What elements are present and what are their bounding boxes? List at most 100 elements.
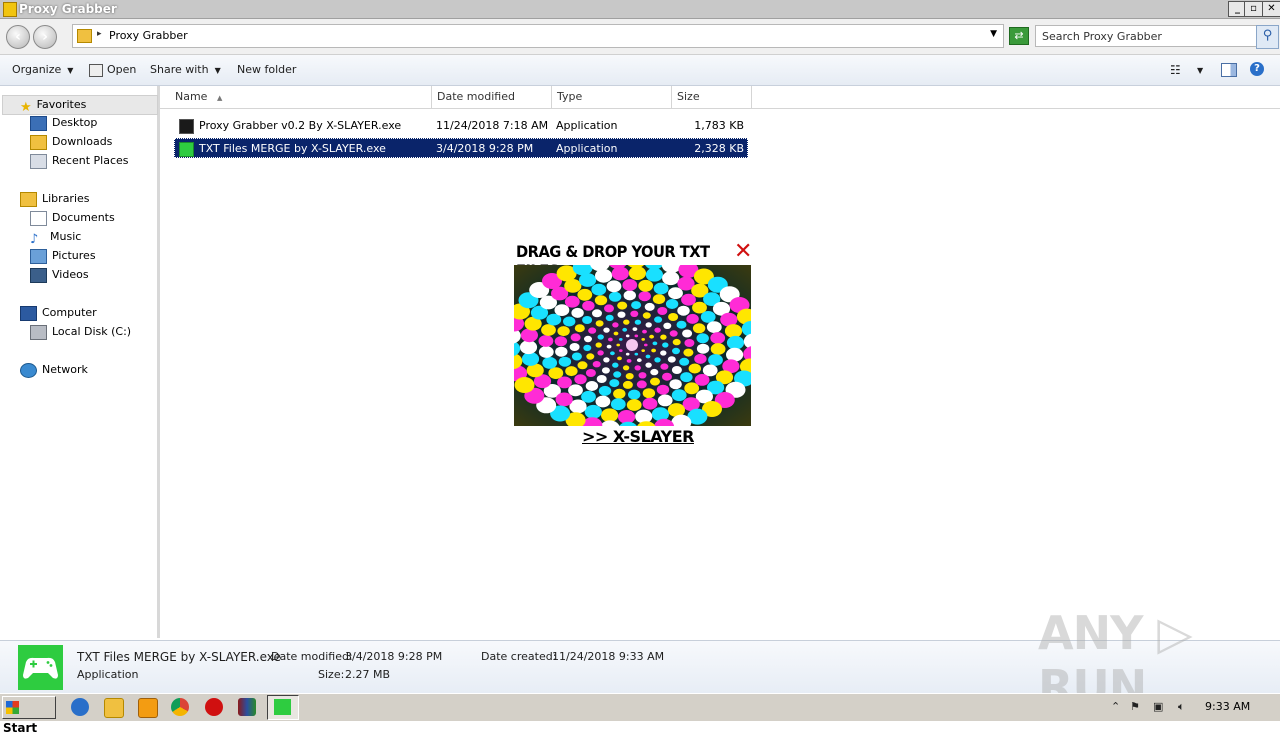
spiral-petal bbox=[577, 361, 588, 370]
nav-label: Recent Places bbox=[52, 154, 129, 167]
nav-label: Music bbox=[50, 230, 82, 243]
spiral-petal bbox=[654, 357, 661, 363]
spiral-petal bbox=[568, 384, 583, 397]
drag-drop-popup[interactable]: DRAG & DROP YOUR TXT FILES ✕ >> X-SLAYER bbox=[512, 241, 753, 451]
winrar-icon[interactable] bbox=[238, 698, 256, 716]
spiral-petal bbox=[623, 319, 630, 325]
nav-desktop[interactable]: Desktop bbox=[30, 114, 97, 132]
spiral-petal bbox=[681, 293, 696, 306]
spiral-petal bbox=[668, 313, 679, 321]
new-folder-button[interactable]: New folder bbox=[237, 63, 296, 76]
nav-documents[interactable]: Documents bbox=[30, 209, 115, 227]
popup-close-icon[interactable]: ✕ bbox=[734, 241, 752, 263]
spiral-petal bbox=[638, 291, 651, 302]
details-date-modified: 3/4/2018 9:28 PM bbox=[345, 650, 443, 663]
explorer-icon[interactable] bbox=[104, 698, 124, 718]
column-name[interactable]: Name ▲ bbox=[170, 86, 432, 108]
nav-network[interactable]: Network bbox=[20, 361, 88, 379]
x-slayer-link[interactable]: >> X-SLAYER bbox=[582, 427, 694, 446]
share-with-button[interactable]: Share with ▼ bbox=[150, 63, 221, 76]
column-type[interactable]: Type bbox=[552, 86, 672, 108]
drive-icon bbox=[30, 324, 47, 340]
spiral-petal bbox=[554, 304, 570, 316]
network-tray-icon[interactable]: ▣ bbox=[1153, 700, 1163, 713]
search-input[interactable]: Search Proxy Grabber bbox=[1035, 25, 1257, 47]
navigation-pane: ★ Favorites Desktop Downloads Recent Plac… bbox=[0, 86, 160, 638]
spiral-petal bbox=[677, 305, 690, 316]
nav-libraries[interactable]: Libraries bbox=[20, 190, 90, 208]
spiral-petal bbox=[642, 312, 651, 319]
taskbar-active-app[interactable] bbox=[267, 695, 299, 720]
chrome-icon[interactable] bbox=[171, 698, 189, 716]
nav-downloads[interactable]: Downloads bbox=[30, 133, 112, 151]
spiral-petal bbox=[636, 380, 647, 389]
start-button[interactable]: Start bbox=[2, 696, 56, 735]
spiral-petal bbox=[612, 322, 619, 328]
spiral-petal bbox=[669, 330, 678, 337]
spiral-petal bbox=[641, 338, 645, 341]
nav-computer[interactable]: Computer bbox=[20, 304, 97, 322]
share-with-label: Share with bbox=[150, 63, 209, 76]
preview-pane-icon[interactable] bbox=[1221, 63, 1237, 77]
organize-button[interactable]: Organize ▼ bbox=[12, 63, 73, 76]
maximize-button[interactable]: ▫ bbox=[1244, 1, 1263, 17]
spiral-petal bbox=[638, 279, 654, 292]
nav-pictures[interactable]: Pictures bbox=[30, 247, 96, 265]
view-options-icon[interactable]: ☷ bbox=[1170, 63, 1181, 77]
volume-icon[interactable]: 🔈︎ bbox=[1178, 700, 1185, 714]
nav-music[interactable]: ♪ Music bbox=[30, 228, 82, 247]
spiral-petal bbox=[616, 343, 620, 347]
spiral-petal bbox=[564, 295, 580, 308]
file-row[interactable]: Proxy Grabber v0.2 By X-SLAYER.exe 11/24… bbox=[174, 116, 748, 136]
chevron-down-icon[interactable]: ▼ bbox=[990, 29, 997, 39]
clock[interactable]: 9:33 AM bbox=[1205, 700, 1250, 713]
tray-expand-icon[interactable]: ⌃ bbox=[1111, 700, 1120, 713]
internet-explorer-icon[interactable] bbox=[71, 698, 89, 716]
column-size[interactable]: Size bbox=[672, 86, 752, 108]
address-bar[interactable]: ▸ Proxy Grabber ▼ bbox=[72, 24, 1004, 48]
spiral-petal bbox=[694, 353, 707, 364]
refresh-button[interactable]: ⇄ bbox=[1009, 27, 1029, 45]
spiral-petal bbox=[625, 352, 630, 356]
open-button[interactable]: Open bbox=[89, 63, 136, 77]
spiral-petal bbox=[542, 357, 558, 369]
nav-favorites[interactable]: ★ Favorites bbox=[2, 95, 158, 115]
open-label: Open bbox=[107, 63, 137, 76]
details-filename: TXT Files MERGE by X-SLAYER.exe bbox=[77, 650, 281, 664]
spiral-petal bbox=[617, 356, 622, 361]
spiral-petal bbox=[667, 356, 676, 363]
back-button[interactable]: ‹ bbox=[6, 25, 30, 49]
spiral-petal bbox=[521, 352, 540, 366]
spiral-petal bbox=[565, 366, 578, 377]
details-size-label: Size: bbox=[318, 668, 345, 681]
search-icon[interactable]: ⚲ bbox=[1256, 25, 1279, 49]
spiral-artwork bbox=[514, 265, 751, 426]
spiral-petal bbox=[726, 335, 745, 350]
media-player-icon[interactable] bbox=[138, 698, 158, 718]
column-date-modified[interactable]: Date modified bbox=[432, 86, 552, 108]
action-center-flag-icon[interactable]: ⚑ bbox=[1130, 700, 1140, 713]
details-filetype: Application bbox=[77, 668, 139, 681]
start-label: Start bbox=[3, 721, 38, 735]
help-icon[interactable]: ? bbox=[1250, 62, 1264, 76]
spiral-petal bbox=[710, 343, 726, 355]
breadcrumb-arrow-icon[interactable]: ▸ bbox=[97, 29, 102, 39]
details-date-created-label: Date created: bbox=[481, 650, 557, 663]
spiral-petal bbox=[592, 309, 602, 318]
spiral-petal bbox=[608, 337, 613, 342]
spiral-petal bbox=[574, 374, 587, 385]
forward-button[interactable]: › bbox=[33, 25, 57, 49]
nav-recent-places[interactable]: Recent Places bbox=[30, 152, 129, 170]
chevron-down-icon[interactable]: ▼ bbox=[1197, 66, 1203, 75]
close-button[interactable]: ✕ bbox=[1262, 1, 1280, 17]
nav-videos[interactable]: Videos bbox=[30, 266, 89, 284]
file-row-selected[interactable]: TXT Files MERGE by X-SLAYER.exe 3/4/2018… bbox=[174, 138, 748, 158]
spiral-petal bbox=[679, 357, 690, 366]
column-headers: Name ▲ Date modified Type Size bbox=[160, 86, 1280, 109]
opera-icon[interactable] bbox=[205, 698, 223, 716]
proxy-grabber-app-icon bbox=[179, 118, 194, 134]
nav-local-disk[interactable]: Local Disk (C:) bbox=[30, 323, 131, 341]
breadcrumb[interactable]: Proxy Grabber bbox=[109, 29, 188, 42]
spiral-petal bbox=[609, 379, 620, 388]
spiral-petal bbox=[618, 410, 636, 424]
